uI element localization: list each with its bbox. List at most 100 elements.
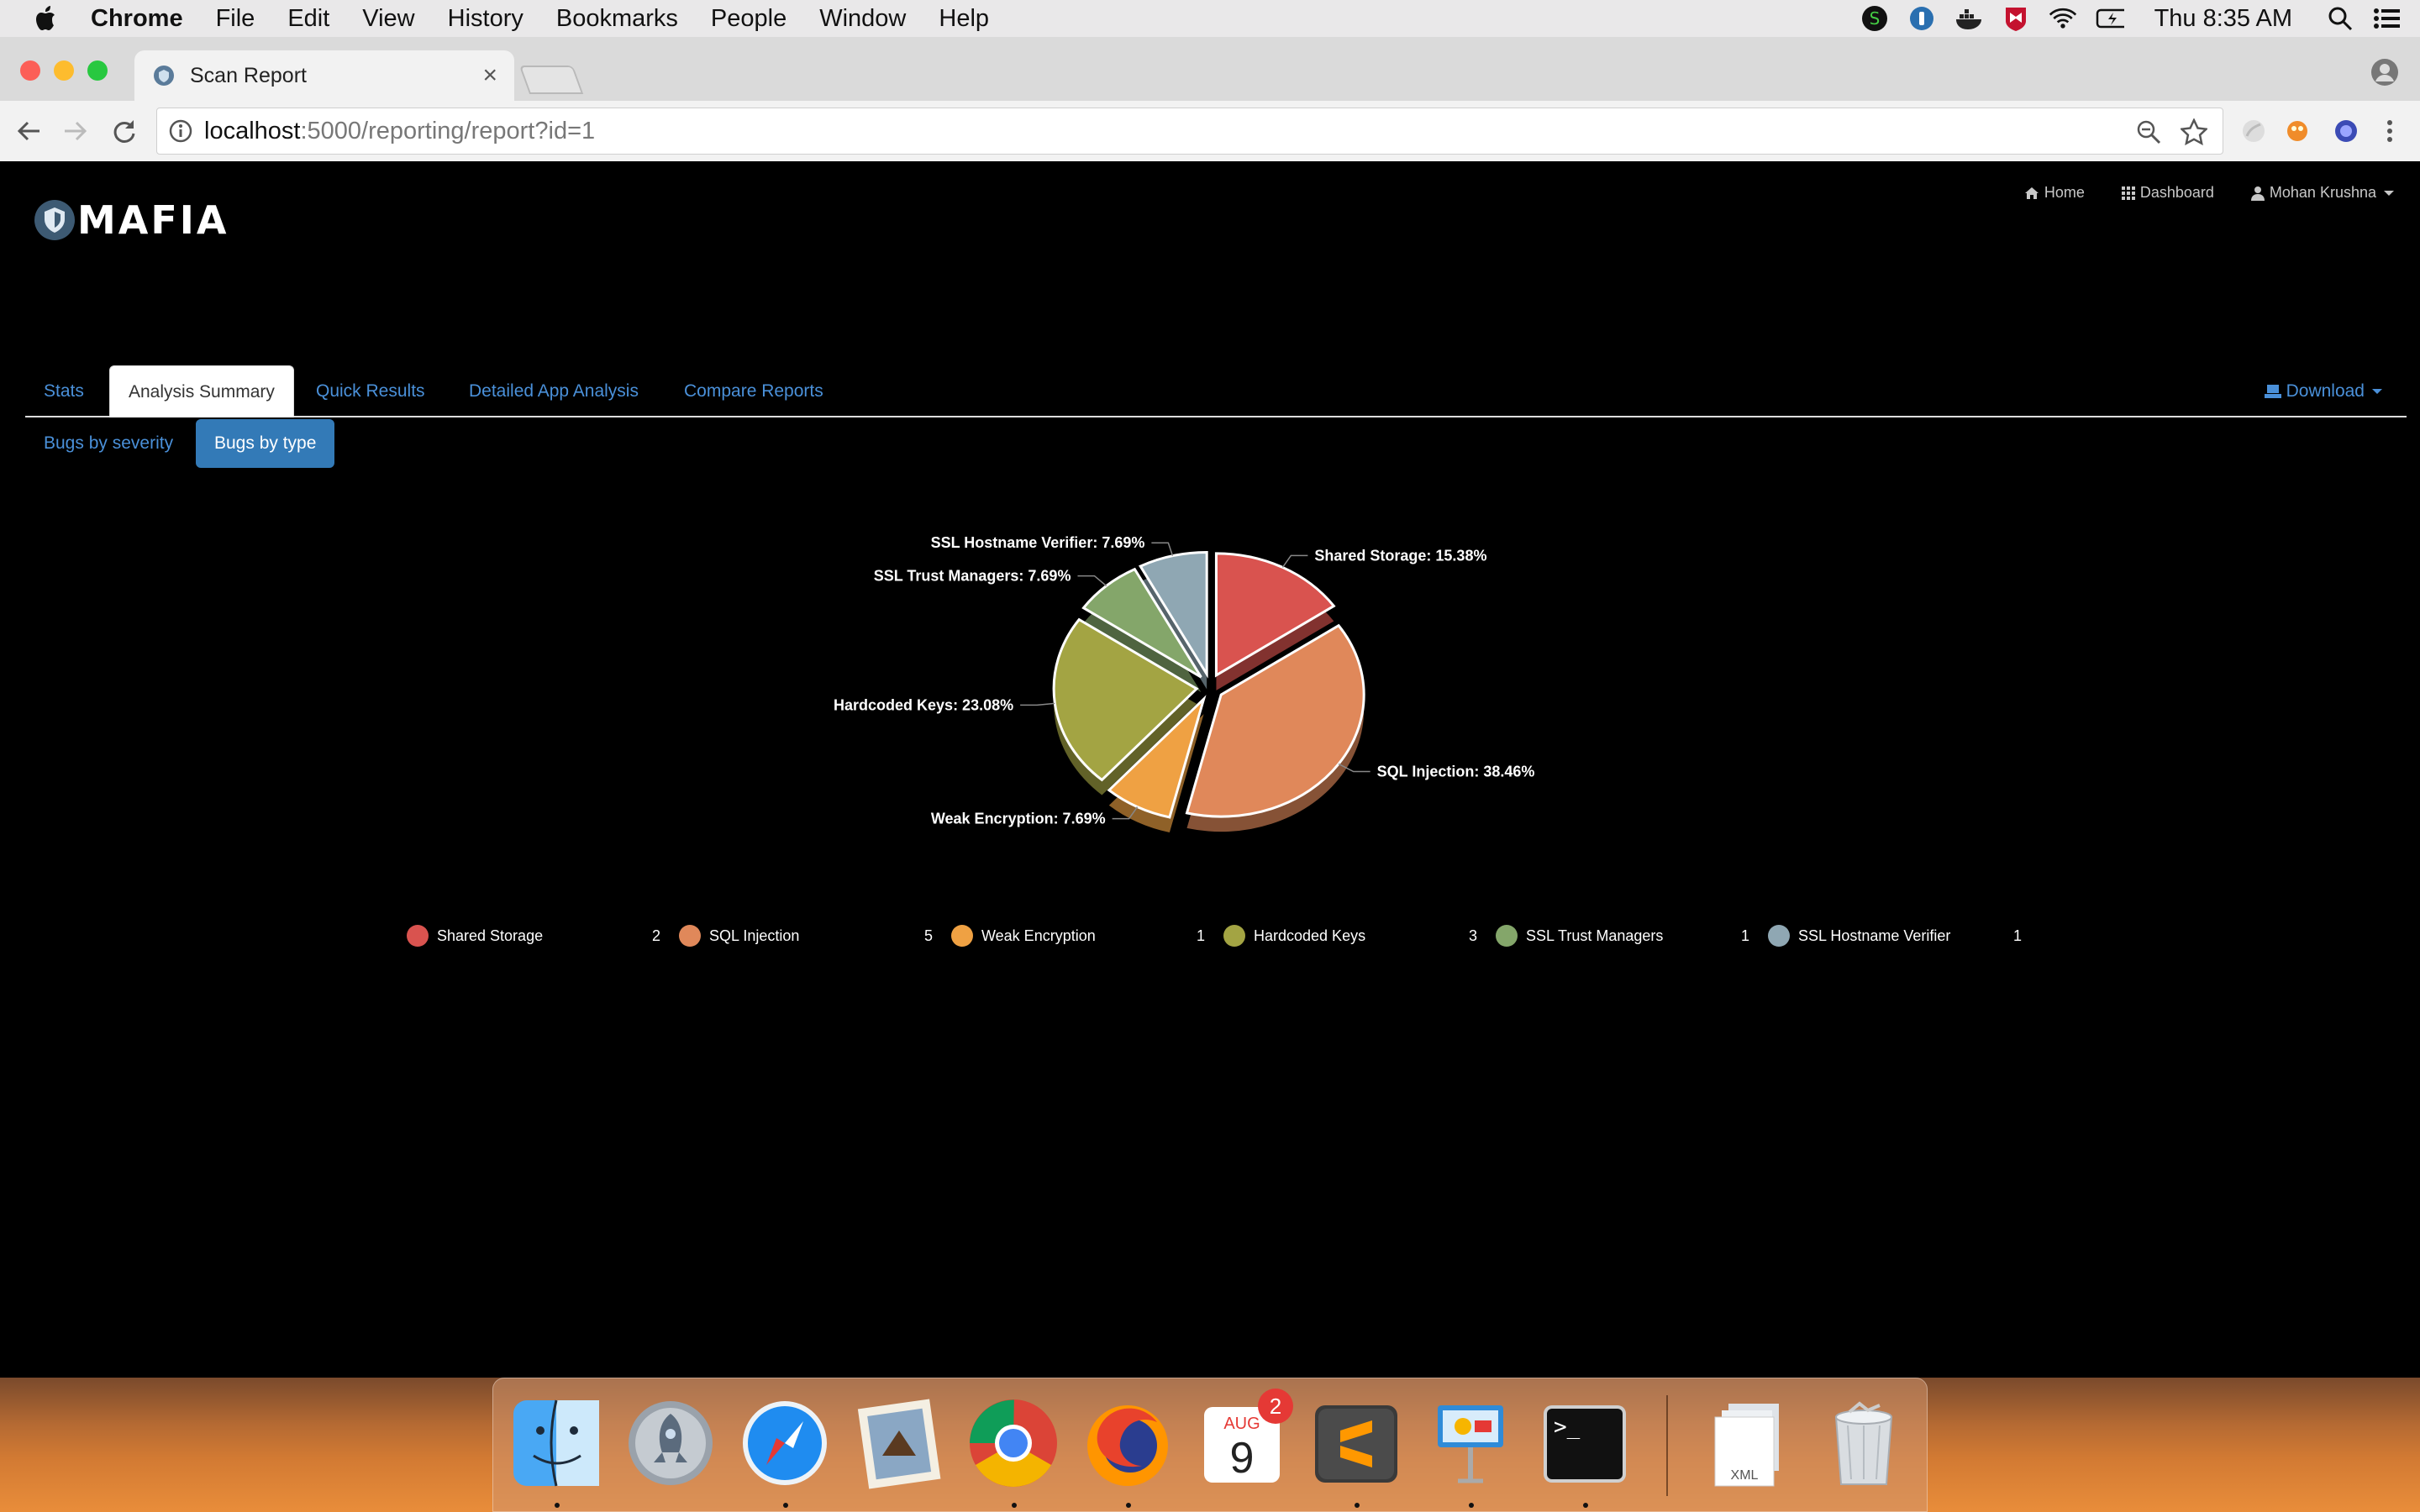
firefox-icon[interactable] <box>1081 1397 1174 1489</box>
legend-item[interactable]: Weak Encryption 1 <box>951 925 1223 947</box>
site-info-icon[interactable] <box>169 119 192 143</box>
menu-window[interactable]: Window <box>819 5 906 33</box>
profile-icon[interactable] <box>2370 57 2400 87</box>
pie-data-label: Weak Encryption: 7.69% <box>931 811 1106 827</box>
zoom-icon[interactable] <box>2133 117 2164 147</box>
menu-edit[interactable]: Edit <box>287 5 329 33</box>
dock-divider <box>1666 1395 1668 1496</box>
close-tab-icon[interactable]: × <box>482 61 497 90</box>
skype-icon[interactable]: S <box>1860 4 1889 33</box>
calendar-day: 9 <box>1230 1434 1255 1483</box>
back-arrow-icon[interactable] <box>12 114 45 148</box>
extension-3-icon[interactable] <box>2331 116 2361 146</box>
menu-clock[interactable]: Thu 8:35 AM <box>2154 5 2292 33</box>
legend-swatch <box>407 925 429 947</box>
menu-bookmarks[interactable]: Bookmarks <box>556 5 678 33</box>
terminal-running-dot <box>1583 1503 1588 1508</box>
browser-chrome: Scan Report × localhost:5000/reporting/r… <box>0 37 2420 161</box>
mail-icon[interactable] <box>853 1397 945 1489</box>
address-bar[interactable]: localhost:5000/reporting/report?id=1 <box>156 108 2223 155</box>
docker-icon[interactable] <box>1954 4 1983 33</box>
battery-icon[interactable] <box>2096 4 2124 33</box>
legend-item[interactable]: Shared Storage 2 <box>407 925 679 947</box>
legend-value: 2 <box>651 927 660 944</box>
pie-data-label: Hardcoded Keys: 23.08% <box>834 696 1013 713</box>
pie-data-label: SQL Injection: 38.46% <box>1377 763 1535 780</box>
chrome-icon[interactable] <box>967 1397 1060 1489</box>
tab-favicon-icon <box>154 66 174 86</box>
spotlight-icon[interactable] <box>2326 4 2354 33</box>
legend-swatch <box>1496 925 1518 947</box>
menu-view[interactable]: View <box>362 5 414 33</box>
chrome-menu-icon[interactable] <box>2375 116 2405 146</box>
maximize-window-button[interactable] <box>87 60 108 81</box>
legend-item[interactable]: SSL Trust Managers 1 <box>1496 925 1768 947</box>
mcafee-icon[interactable] <box>2002 4 2030 33</box>
keynote-icon[interactable] <box>1424 1397 1517 1489</box>
xml-label: XML <box>1731 1468 1759 1483</box>
extension-2-icon[interactable] <box>2282 116 2312 146</box>
legend-label: SQL Injection <box>709 927 800 944</box>
safari-running-dot <box>783 1503 788 1508</box>
launchpad-icon[interactable] <box>624 1397 717 1489</box>
svg-text:S: S <box>1869 8 1880 29</box>
pie-data-label: SSL Trust Managers: 7.69% <box>874 568 1071 585</box>
legend-label: Shared Storage <box>437 927 544 944</box>
pie-label-connector <box>1151 542 1174 556</box>
wifi-icon[interactable] <box>2049 4 2077 33</box>
new-tab-button[interactable] <box>518 66 584 94</box>
forward-arrow-icon[interactable] <box>59 114 92 148</box>
pie-data-label: Shared Storage: 15.38% <box>1314 547 1486 564</box>
browser-tab[interactable]: Scan Report × <box>134 50 514 101</box>
macos-dock: AUG 9 2 >_ XML <box>492 1378 1928 1512</box>
url-path: :5000/reporting/report?id=1 <box>300 117 596 144</box>
menu-people[interactable]: People <box>711 5 786 33</box>
legend-item[interactable]: SSL Hostname Verifier 1 <box>1768 925 2040 947</box>
bugs-by-type-pie-chart: Shared Storage: 15.38% SQL Injection: 38.… <box>834 534 1535 832</box>
trash-icon[interactable] <box>1818 1397 1910 1489</box>
terminal-icon[interactable]: >_ <box>1539 1397 1631 1489</box>
finder-running-dot <box>555 1503 560 1508</box>
legend-swatch <box>951 925 973 947</box>
url-host: localhost <box>204 117 301 144</box>
legend-label: Hardcoded Keys <box>1254 927 1366 944</box>
apple-icon[interactable] <box>32 3 62 34</box>
reload-icon[interactable] <box>108 114 141 148</box>
minimize-window-button[interactable] <box>54 60 74 81</box>
xml-folder-icon[interactable]: XML <box>1703 1397 1796 1489</box>
tab-title: Scan Report <box>190 63 307 87</box>
legend-value: 5 <box>923 927 933 944</box>
finder-icon[interactable] <box>510 1397 602 1489</box>
notification-center-icon[interactable] <box>2373 4 2402 33</box>
calendar-badge: 2 <box>1258 1389 1293 1424</box>
bookmark-star-icon[interactable] <box>2179 117 2209 147</box>
menu-history[interactable]: History <box>448 5 523 33</box>
page-content: MAFIA Home Dashboard Mohan Krushna Stats… <box>0 162 2420 1378</box>
1password-icon[interactable] <box>1907 4 1936 33</box>
menu-file[interactable]: File <box>216 5 255 33</box>
close-window-button[interactable] <box>20 60 40 81</box>
menu-help[interactable]: Help <box>939 5 989 33</box>
legend-label: SSL Hostname Verifier <box>1798 927 1951 944</box>
legend-swatch <box>679 925 701 947</box>
legend-label: SSL Trust Managers <box>1526 927 1664 944</box>
menu-app-name[interactable]: Chrome <box>91 5 183 33</box>
legend-value: 1 <box>1740 927 1749 944</box>
calendar-month: AUG <box>1223 1415 1260 1433</box>
legend-label: Weak Encryption <box>981 927 1096 944</box>
pie-data-label: SSL Hostname Verifier: 7.69% <box>931 534 1145 551</box>
macos-menu-bar: Chrome File Edit View History Bookmarks … <box>0 0 2420 37</box>
legend-item[interactable]: SQL Injection 5 <box>679 925 951 947</box>
chrome-running-dot <box>1012 1503 1017 1508</box>
browser-toolbar: localhost:5000/reporting/report?id=1 <box>0 101 2420 161</box>
safari-icon[interactable] <box>739 1397 831 1489</box>
legend-value: 1 <box>1196 927 1205 944</box>
legend-value: 1 <box>2012 927 2022 944</box>
extension-1-icon[interactable] <box>2238 116 2269 146</box>
url-text[interactable]: localhost:5000/reporting/report?id=1 <box>204 118 595 145</box>
pie-label-connector <box>1281 554 1308 568</box>
legend-value: 3 <box>1468 927 1477 944</box>
pie-label-connector <box>1020 702 1055 706</box>
sublime-text-icon[interactable] <box>1310 1397 1402 1489</box>
legend-item[interactable]: Hardcoded Keys 3 <box>1223 925 1496 947</box>
